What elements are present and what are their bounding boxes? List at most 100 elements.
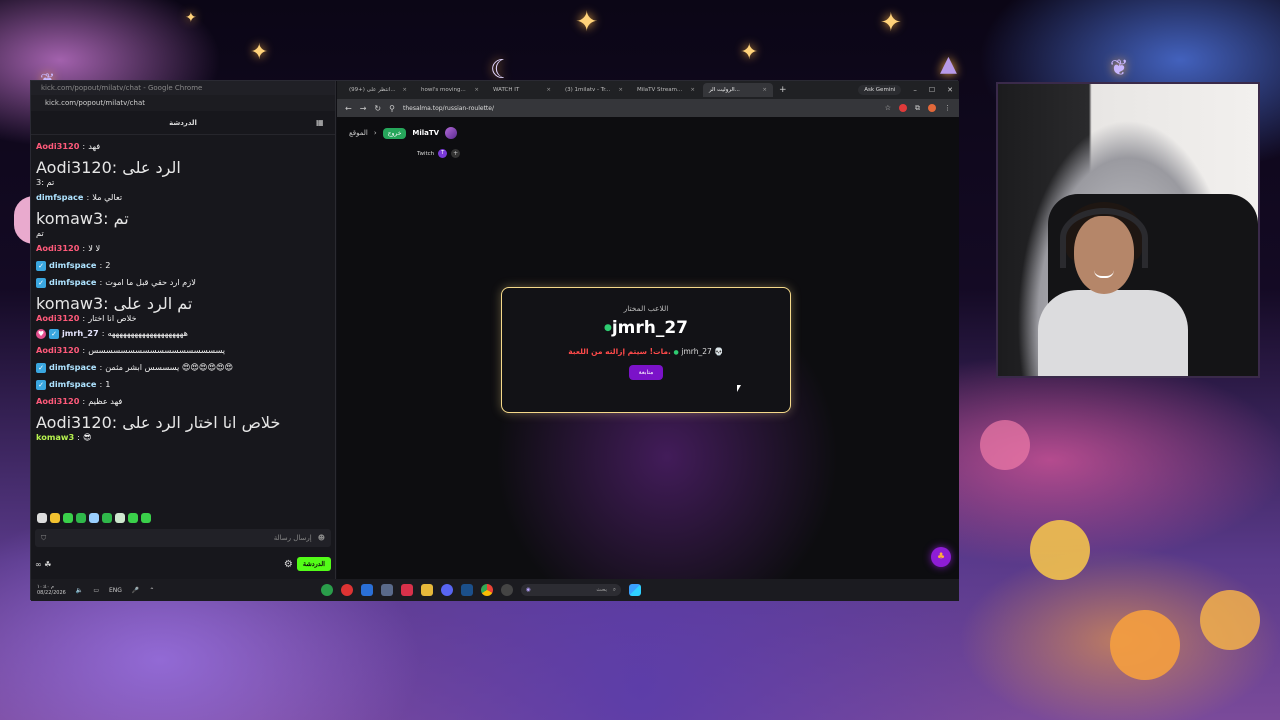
gear-icon[interactable]: ⚙ xyxy=(284,559,293,570)
settings-icon[interactable] xyxy=(381,584,393,596)
network-icon[interactable]: ▭ xyxy=(93,587,99,594)
shield-icon[interactable]: ⛉ xyxy=(41,534,46,543)
chat-message: komaw3: تم تم xyxy=(36,209,330,239)
forward-arrow-icon[interactable]: → xyxy=(360,104,367,113)
chat-message-list: Aodi3120: فهد Aodi3120: الرد على تم :3 di… xyxy=(31,137,335,521)
chat-message: Aodi3120: لا لا xyxy=(36,243,101,254)
extensions-icon[interactable]: ⧉ xyxy=(915,104,920,113)
twitch-icon[interactable]: T xyxy=(438,149,448,158)
close-window-icon[interactable]: ✕ xyxy=(947,86,953,94)
online-dot-icon: ● xyxy=(673,349,679,356)
xbox-icon[interactable] xyxy=(321,584,333,596)
taskbar-search[interactable]: ◉ بحث ⌕ xyxy=(521,584,621,596)
chat-username[interactable]: dimfspace xyxy=(49,379,96,390)
discord-icon[interactable] xyxy=(441,584,453,596)
taskbar-language[interactable]: ENG xyxy=(109,587,122,594)
site-topbar: الموقع › خروج MilaTV xyxy=(349,127,458,139)
windows-start-icon[interactable] xyxy=(629,584,641,596)
add-icon[interactable]: + xyxy=(451,149,461,158)
emote-icon[interactable] xyxy=(102,513,112,523)
browser-tab[interactable]: (3) 1milatv - Tr... × xyxy=(559,83,629,97)
chat-username[interactable]: dimfspace xyxy=(49,277,96,288)
chat-message: Aodi3120: يسسسسسسسسسسسسسسسسسس xyxy=(36,345,226,356)
maximize-icon[interactable]: ☐ xyxy=(929,86,935,94)
chat-url[interactable]: kick.com/popout/milatv/chat xyxy=(31,95,335,111)
chrome-icon[interactable] xyxy=(481,584,493,596)
emote-icon[interactable] xyxy=(50,513,60,523)
chat-username[interactable]: dimfspace xyxy=(49,362,96,373)
site-info-icon[interactable]: ⚲ xyxy=(389,104,395,113)
exit-button[interactable]: خروج xyxy=(382,127,407,139)
chat-footer: ∞ ☘ ⚙ الدردشة xyxy=(35,555,331,573)
reload-icon[interactable]: ↻ xyxy=(374,104,381,113)
folder-icon[interactable] xyxy=(421,584,433,596)
emote-icon[interactable] xyxy=(128,513,138,523)
chat-send-button[interactable]: الدردشة xyxy=(296,557,331,571)
chat-message-input[interactable]: ⛉ إرسال رسالة ☻ xyxy=(35,529,331,547)
chat-message: Aodi3120: الرد على تم :3 xyxy=(36,158,330,188)
chat-username[interactable]: Aodi3120 xyxy=(36,345,79,356)
emoji-icon[interactable]: ☻ xyxy=(318,534,325,542)
taskbar-datetime[interactable]: م ١٠:٤٠ 08/22/2026 xyxy=(37,584,66,596)
emote-icon[interactable] xyxy=(115,513,125,523)
emote-icon[interactable] xyxy=(63,513,73,523)
site-back-link[interactable]: الموقع xyxy=(349,129,368,137)
bookmark-star-icon[interactable]: ☆ xyxy=(885,104,891,112)
profile-avatar-icon[interactable] xyxy=(928,104,936,112)
emote-icon[interactable] xyxy=(141,513,151,523)
minimize-icon[interactable]: – xyxy=(913,86,917,94)
browser-tab[interactable]: WATCH IT × xyxy=(487,83,557,97)
online-dot-icon: ● xyxy=(603,323,612,333)
chat-message-text: تم xyxy=(36,228,44,238)
twitch-row: Twitch T + xyxy=(417,149,461,158)
app-icon[interactable] xyxy=(401,584,413,596)
menu-kebab-icon[interactable]: ⋮ xyxy=(944,104,951,112)
avatar[interactable] xyxy=(445,127,458,139)
chat-reply-context: Aodi3120: الرد على xyxy=(36,158,181,177)
new-tab-icon[interactable]: + xyxy=(779,85,787,95)
chat-username[interactable]: dimfspace xyxy=(49,260,96,271)
close-icon[interactable]: × xyxy=(402,87,407,93)
close-icon[interactable]: × xyxy=(690,87,695,93)
chat-username[interactable]: jmrh_27 xyxy=(62,328,99,339)
browser-tab[interactable]: howl's moving... × xyxy=(415,83,485,97)
emote-icon[interactable] xyxy=(37,513,47,523)
browser-tab[interactable]: (99+) انتظر على... × xyxy=(343,83,413,97)
close-icon[interactable]: × xyxy=(762,87,767,93)
url-field[interactable]: thesalma.top/russian-roulette/ xyxy=(403,105,877,112)
chat-username[interactable]: Aodi3120 xyxy=(36,313,79,324)
skull-icon: 💀 xyxy=(714,347,724,356)
chevron-up-icon[interactable]: ⌃ xyxy=(149,587,154,594)
close-icon[interactable]: × xyxy=(546,87,551,93)
browser-tab[interactable]: MilaTV Stream... × xyxy=(631,83,701,97)
verified-badge-icon: ✓ xyxy=(36,260,46,271)
close-icon[interactable]: × xyxy=(618,87,623,93)
tab-label: howl's moving... xyxy=(421,87,466,93)
record-icon[interactable] xyxy=(899,104,907,112)
chat-username[interactable]: Aodi3120 xyxy=(36,396,79,407)
back-arrow-icon[interactable]: ← xyxy=(345,104,352,113)
chat-username[interactable]: komaw3 xyxy=(36,432,74,443)
chat-username[interactable]: dimfspace xyxy=(36,192,83,203)
emote-icon[interactable] xyxy=(76,513,86,523)
subscriber-badge-icon: ♥ xyxy=(36,328,46,339)
continue-button[interactable]: متابعة xyxy=(628,365,664,380)
flower-decoration xyxy=(980,420,1030,470)
browser-tab-active[interactable]: الروليت الر... × xyxy=(703,83,773,97)
volume-icon[interactable]: 🔈 xyxy=(76,587,83,594)
chat-input-placeholder: إرسال رسالة xyxy=(273,534,312,542)
chat-footer-icons[interactable]: ∞ ☘ xyxy=(35,560,51,569)
close-icon[interactable]: × xyxy=(474,87,479,93)
chat-username[interactable]: Aodi3120 xyxy=(36,141,79,152)
chat-username[interactable]: Aodi3120 xyxy=(36,243,79,254)
app-icon[interactable] xyxy=(501,584,513,596)
tab-label: الروليت الر... xyxy=(709,87,740,93)
floating-action-button[interactable]: ♣ xyxy=(931,547,951,567)
microphone-icon[interactable]: 🎤 xyxy=(132,587,139,594)
steam-icon[interactable] xyxy=(461,584,473,596)
ask-gemini-button[interactable]: Ask Gemini xyxy=(858,85,902,95)
chat-settings-icon[interactable]: ▦ xyxy=(316,118,325,127)
emote-icon[interactable] xyxy=(89,513,99,523)
app-icon[interactable] xyxy=(341,584,353,596)
app-icon[interactable] xyxy=(361,584,373,596)
